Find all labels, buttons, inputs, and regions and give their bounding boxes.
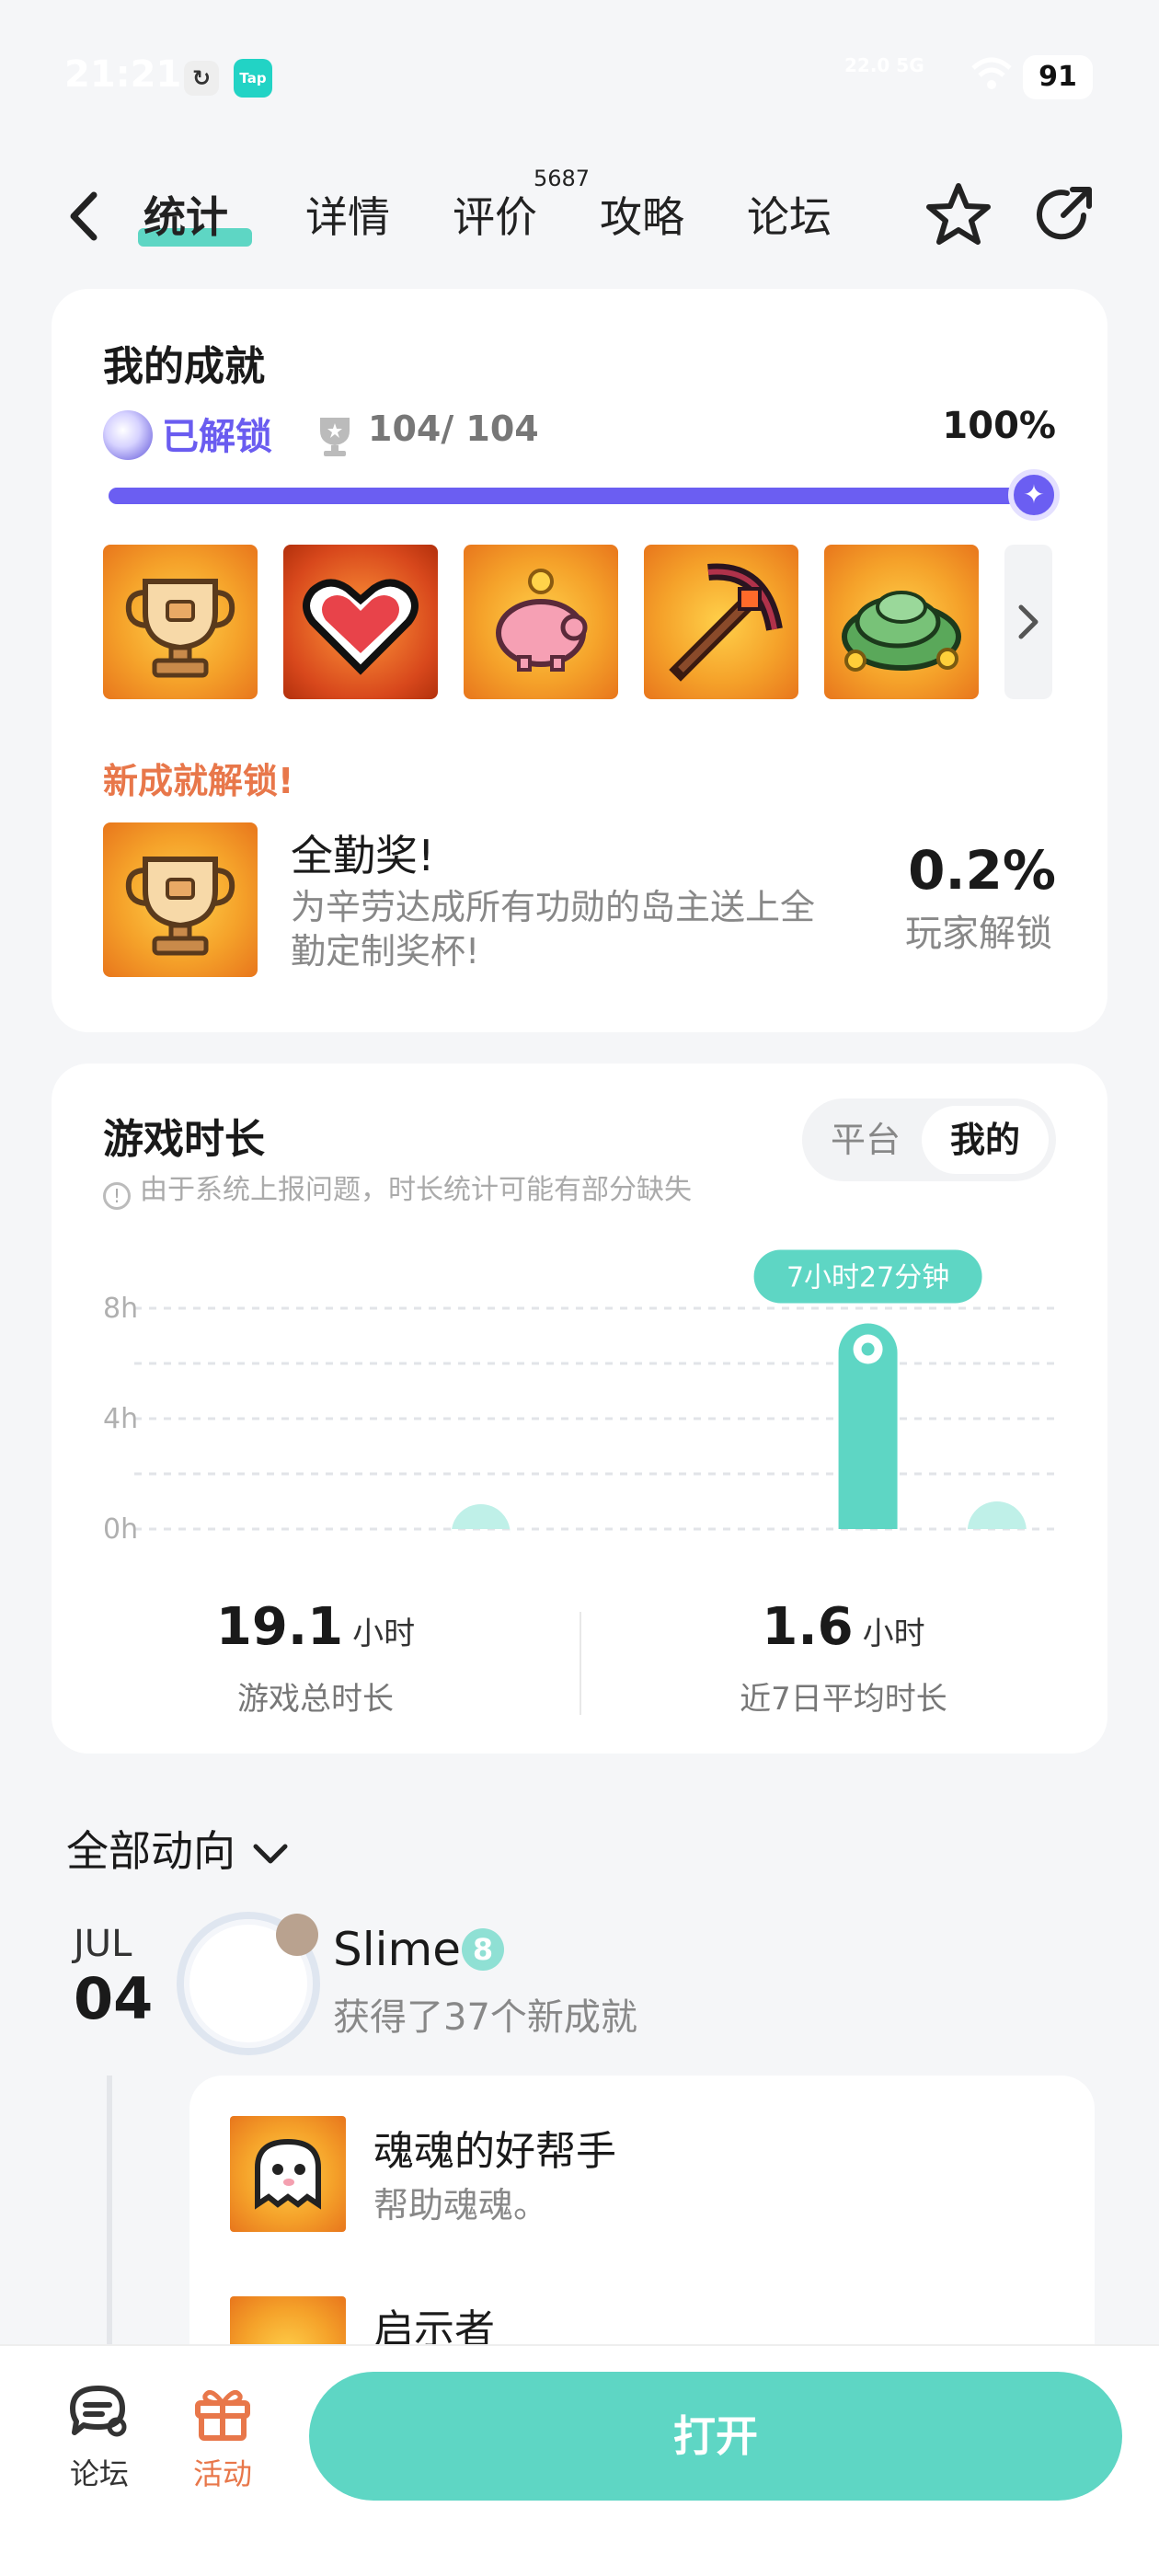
trophy-badge-icon[interactable] (103, 545, 258, 699)
reviews-count-badge: 5687 (534, 166, 591, 191)
segment-platform[interactable]: 平台 (802, 1106, 929, 1174)
achievement-badges-row (103, 545, 1060, 701)
feed-filter-dropdown[interactable]: 全部动向 (66, 1818, 291, 1879)
avatar-frame-decoration (276, 1914, 318, 1956)
chart-y-tick: 8h (103, 1293, 138, 1325)
forum-label: 论坛 (69, 2456, 129, 2491)
average-playtime-unit: 小时 (862, 1616, 925, 1652)
tab-reviews[interactable]: 评价 (453, 184, 537, 245)
new-achievement-heading: 新成就解锁! (103, 761, 294, 801)
sync-icon: ↻ (184, 61, 219, 96)
timeline-line (107, 2076, 112, 2352)
user-level-badge: 8 (462, 1928, 504, 1971)
tab-guides[interactable]: 攻略 (600, 184, 684, 245)
wifi-icon (970, 55, 1014, 96)
tab-details[interactable]: 详情 (305, 184, 390, 245)
chat-icon (70, 2386, 127, 2437)
achievements-card[interactable]: 我的成就 已解锁 104/ 104 100% ✦ 新成就解锁! 全勤奖! 为辛劳… (52, 289, 1107, 1032)
chart-x-tick: 7/3 (975, 1548, 1019, 1551)
heart-badge-icon[interactable] (283, 545, 438, 699)
chart-bar (967, 1501, 1027, 1531)
chart-x-tick: 6/29 (450, 1548, 511, 1551)
playtime-note: ! 由于系统上报问题，时长统计可能有部分缺失 (103, 1167, 692, 1210)
info-icon: ! (103, 1182, 131, 1210)
average-playtime-value: 1.6 (762, 1597, 854, 1657)
chart-x-tick: 6/27 (191, 1548, 253, 1551)
playtime-note-text: 由于系统上报问题，时长统计可能有部分缺失 (140, 1174, 692, 1206)
achievement-count: 104/ 104 (368, 408, 539, 449)
activity-button[interactable]: 活动 (177, 2383, 269, 2493)
chevron-right-icon (1018, 604, 1039, 639)
playtime-source-toggle: 平台 我的 (802, 1098, 1056, 1181)
chart-x-tick: 6/30 (579, 1548, 640, 1551)
average-playtime: 1.6 小时 近7日平均时长 (580, 1597, 1107, 1719)
more-badges-button[interactable] (1004, 545, 1052, 699)
achievement-progress-fill (109, 488, 1056, 504)
total-playtime-unit: 小时 (352, 1616, 416, 1652)
achievement-percent: 100% (942, 405, 1056, 447)
chevron-down-icon (253, 1844, 288, 1863)
bottom-bar: 论坛 活动 打开 (0, 2344, 1159, 2576)
forum-button[interactable]: 论坛 (53, 2383, 145, 2493)
status-bar: 21:21 ↻ Tap 22.0 5G 91 (0, 0, 1159, 147)
trophy-icon (320, 418, 350, 456)
pickaxe-badge-icon[interactable] (644, 545, 798, 699)
feed-item-description: 帮助魂魂。 (373, 2185, 549, 2225)
share-button[interactable] (1027, 178, 1100, 252)
open-game-button[interactable]: 打开 (309, 2372, 1122, 2501)
battery-indicator: 91 (1023, 55, 1093, 99)
segment-mine[interactable]: 我的 (922, 1106, 1049, 1174)
chart-y-tick: 0h (103, 1513, 138, 1546)
new-achievement-description: 为辛劳达成所有功勋的岛主送上全勤定制奖杯! (291, 887, 816, 972)
chart-bar-marker-dot (861, 1342, 875, 1356)
unlock-rate-label: 玩家解锁 (905, 913, 1052, 955)
feed-date-day: 04 (74, 1965, 154, 2032)
tab-stats[interactable]: 统计 (143, 184, 228, 245)
chart-tooltip-label: 7小时27分钟 (786, 1262, 949, 1294)
back-button[interactable] (59, 184, 114, 248)
signal-indicator: 22.0 5G (844, 54, 924, 76)
playtime-card: 游戏时长 平台 我的 ! 由于系统上报问题，时长统计可能有部分缺失 0h 4h 8h 6… (52, 1064, 1107, 1754)
tab-forum[interactable]: 论坛 (747, 184, 832, 245)
status-time: 21:21 (64, 53, 182, 96)
total-playtime-value: 19.1 (215, 1597, 344, 1657)
star-icon (926, 183, 991, 245)
gift-icon (195, 2389, 250, 2441)
money-pile-badge-icon[interactable] (824, 545, 979, 699)
chart-x-tick: 7/1 (717, 1548, 761, 1551)
favorite-button[interactable] (922, 178, 995, 252)
unlocked-label: 已解锁 (162, 416, 272, 458)
achievement-progress-bar (109, 488, 1056, 504)
total-playtime-label: 游戏总时长 (237, 1681, 394, 1718)
feed-filter-label: 全部动向 (66, 1826, 235, 1876)
user-name[interactable]: Slime (333, 1923, 461, 1976)
piggy-bank-badge-icon[interactable] (464, 545, 618, 699)
unlock-badge-icon (103, 410, 153, 460)
tap-app-icon: Tap (234, 59, 272, 98)
user-action-text: 获得了37个新成就 (333, 1996, 637, 2039)
playtime-chart: 0h 4h 8h 6/27 6/28 6/29 6/30 7/1 7小时27分钟 7/2 7/3 (103, 1249, 1056, 1551)
playtime-title: 游戏时长 (103, 1116, 265, 1163)
activity-label: 活动 (192, 2456, 252, 2491)
total-playtime: 19.1 小时 游戏总时长 (52, 1597, 580, 1719)
trophy-badge-icon (103, 822, 258, 977)
achievements-title: 我的成就 (103, 343, 265, 390)
new-achievement-name: 全勤奖! (291, 831, 435, 880)
unlock-rate-value: 0.2% (908, 839, 1056, 902)
chevron-left-icon (70, 191, 98, 241)
ghost-badge-icon (230, 2116, 346, 2232)
average-playtime-label: 近7日平均时长 (740, 1681, 947, 1718)
share-icon (1037, 187, 1092, 240)
feed-date-month: JUL (74, 1923, 132, 1965)
chart-x-tick: 7/2 (845, 1548, 889, 1551)
top-nav: 统计 详情 评价 5687 攻略 论坛 (0, 166, 1159, 267)
chart-x-tick: 6/28 (321, 1548, 383, 1551)
sparkle-icon: ✦ (1008, 469, 1060, 521)
chart-y-tick: 4h (103, 1403, 138, 1435)
feed-item-name: 魂魂的好帮手 (373, 2128, 616, 2175)
